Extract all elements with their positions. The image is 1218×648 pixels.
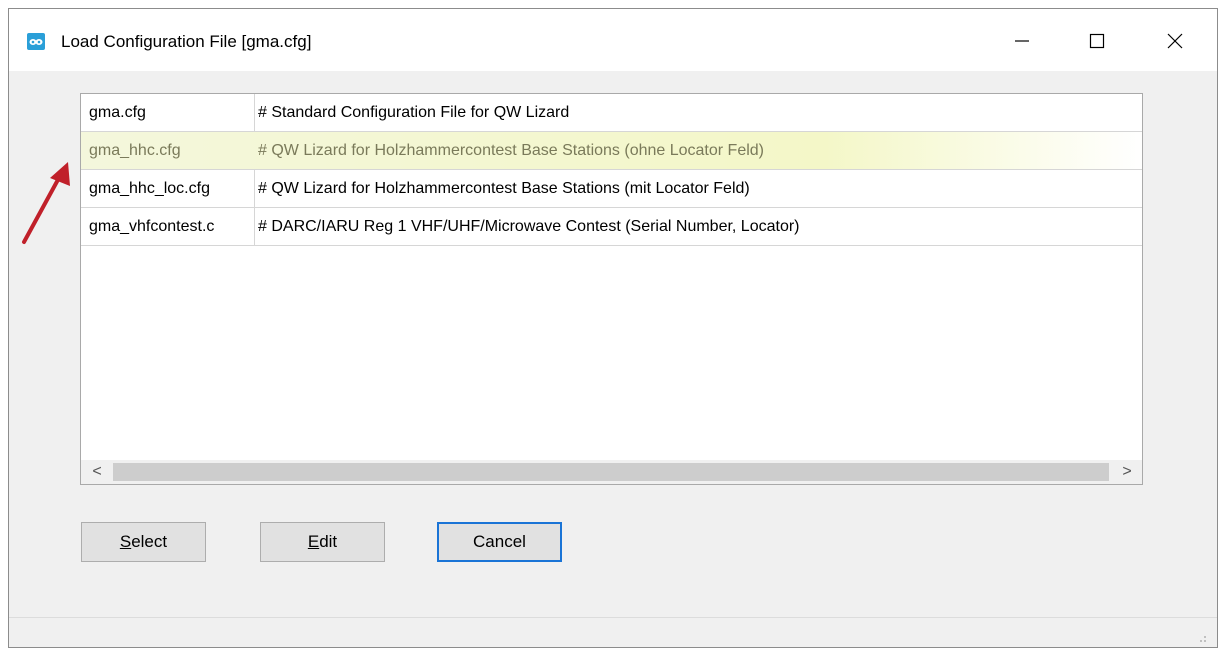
dialog-window: Load Configuration File [gma.cfg] gma.cf… xyxy=(8,8,1218,648)
edit-label: dit xyxy=(319,532,338,551)
status-bar-separator xyxy=(9,617,1217,618)
scroll-left-button[interactable]: < xyxy=(83,460,111,484)
minimize-button[interactable] xyxy=(992,19,1052,63)
file-name-cell: gma.cfg xyxy=(89,104,146,121)
edit-button[interactable]: Edit xyxy=(260,522,385,562)
file-name-cell: gma_hhc_loc.cfg xyxy=(89,180,210,197)
list-row-gma-vhfcontest[interactable]: gma_vhfcontest.c # DARC/IARU Reg 1 VHF/U… xyxy=(81,208,1142,246)
select-label: elect xyxy=(131,532,168,551)
maximize-icon xyxy=(1089,33,1105,49)
description-cell: # QW Lizard for Holzhammercontest Base S… xyxy=(258,180,750,197)
description-cell: # Standard Configuration File for QW Liz… xyxy=(258,104,570,121)
scroll-thumb[interactable] xyxy=(113,463,1109,481)
select-button[interactable]: Select xyxy=(81,522,206,562)
horizontal-scrollbar[interactable]: < > xyxy=(81,460,1142,484)
file-name-cell: gma_hhc.cfg xyxy=(89,142,181,159)
app-icon xyxy=(27,33,45,50)
maximize-button[interactable] xyxy=(1067,19,1127,63)
file-name-cell: gma_vhfcontest.c xyxy=(89,218,215,235)
minimize-icon xyxy=(1015,40,1029,42)
cancel-button[interactable]: Cancel xyxy=(437,522,562,562)
description-cell: # DARC/IARU Reg 1 VHF/UHF/Microwave Cont… xyxy=(258,218,800,235)
title-bar: Load Configuration File [gma.cfg] xyxy=(9,9,1217,71)
resize-grip-icon[interactable] xyxy=(1195,633,1207,643)
window-title: Load Configuration File [gma.cfg] xyxy=(61,32,312,51)
list-row-gma-hhc-loc-cfg[interactable]: gma_hhc_loc.cfg # QW Lizard for Holzhamm… xyxy=(81,170,1142,208)
description-cell: # QW Lizard for Holzhammercontest Base S… xyxy=(258,142,764,159)
config-file-list[interactable]: gma.cfg # Standard Configuration File fo… xyxy=(80,93,1143,485)
list-row-gma-cfg[interactable]: gma.cfg # Standard Configuration File fo… xyxy=(81,94,1142,132)
list-row-gma-hhc-cfg[interactable]: gma_hhc.cfg # QW Lizard for Holzhammerco… xyxy=(81,132,1142,170)
close-button[interactable] xyxy=(1145,19,1205,63)
scroll-right-button[interactable]: > xyxy=(1113,460,1141,484)
red-arrow-icon xyxy=(22,162,70,244)
edit-accelerator: E xyxy=(307,532,320,551)
select-accelerator: S xyxy=(119,532,132,551)
close-icon xyxy=(1167,33,1183,49)
